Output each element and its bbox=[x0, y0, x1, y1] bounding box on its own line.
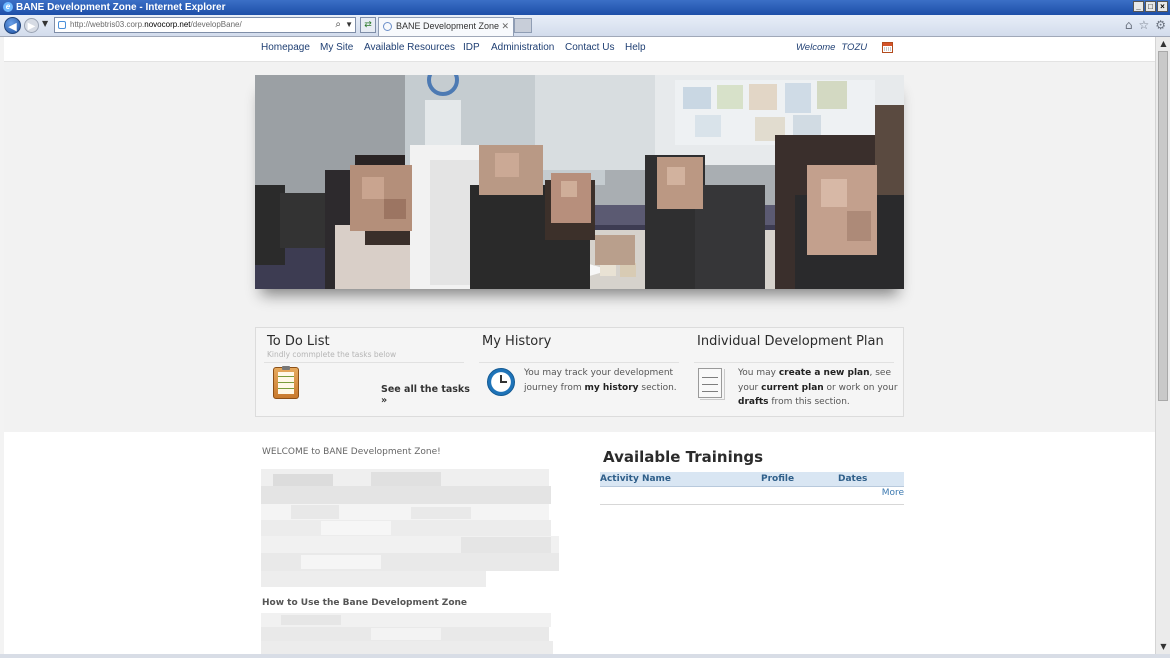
address-bar[interactable]: http://webtris03.corp.novocorp.net/devel… bbox=[54, 17, 356, 33]
column-activity-name: Activity Name bbox=[600, 474, 672, 484]
window-titlebar: e BANE Development Zone - Internet Explo… bbox=[0, 0, 1170, 15]
refresh-button[interactable]: ⇄ bbox=[360, 17, 376, 33]
settings-gear-icon[interactable]: ⚙ bbox=[1155, 18, 1166, 32]
welcome-heading: WELCOME to BANE Development Zone! bbox=[262, 447, 441, 457]
status-strip bbox=[0, 654, 1170, 658]
more-trainings-link[interactable]: More bbox=[882, 488, 904, 498]
favorites-star-icon[interactable]: ☆ bbox=[1138, 18, 1149, 32]
hero-banner-image bbox=[255, 75, 904, 289]
idp-divider bbox=[694, 362, 894, 363]
my-history-link[interactable]: my history bbox=[585, 383, 639, 393]
idp-text-4: from this section. bbox=[768, 397, 850, 407]
home-icon[interactable]: ⌂ bbox=[1125, 18, 1133, 32]
idp-text-3: or work on your bbox=[823, 382, 898, 393]
blurred-welcome-text bbox=[261, 469, 559, 589]
forward-button[interactable]: ▶ bbox=[24, 18, 39, 33]
scroll-thumb[interactable] bbox=[1158, 51, 1168, 401]
page-icon bbox=[58, 21, 66, 29]
scroll-up-arrow-icon[interactable]: ▲ bbox=[1158, 39, 1169, 49]
tab-favicon-icon bbox=[383, 22, 392, 31]
todo-title[interactable]: To Do List bbox=[267, 334, 330, 349]
nav-administration[interactable]: Administration bbox=[491, 42, 554, 53]
idp-description: You may create a new plan, see your curr… bbox=[738, 366, 898, 410]
current-plan-link[interactable]: current plan bbox=[761, 383, 824, 393]
todo-subtitle: Kindly commplete the tasks below bbox=[267, 350, 397, 359]
window-controls: _ □ × bbox=[1133, 1, 1168, 12]
history-text-2: section. bbox=[638, 382, 677, 393]
address-dropdown-icon[interactable]: ▼ bbox=[345, 18, 353, 32]
trainings-table-header: Activity Name Profile Dates bbox=[600, 472, 904, 487]
browser-tools: ⌂ ☆ ⚙ bbox=[1125, 18, 1166, 32]
window-title: BANE Development Zone - Internet Explore… bbox=[16, 2, 226, 13]
todo-section: To Do List Kindly commplete the tasks be… bbox=[256, 328, 471, 416]
history-title[interactable]: My History bbox=[482, 334, 551, 349]
history-description: You may track your development journey f… bbox=[524, 366, 684, 395]
back-button[interactable]: ◀ bbox=[4, 17, 21, 34]
see-all-tasks-link[interactable]: See all the tasks » bbox=[381, 384, 471, 406]
history-divider bbox=[479, 362, 679, 363]
nav-available-resources[interactable]: Available Resources bbox=[364, 42, 455, 53]
tab-close-icon[interactable]: ✕ bbox=[501, 18, 509, 35]
nav-homepage[interactable]: Homepage bbox=[261, 42, 310, 53]
trainings-table: Activity Name Profile Dates More bbox=[600, 472, 904, 505]
available-trainings-title: Available Trainings bbox=[603, 448, 764, 466]
history-section: My History You may track your developmen… bbox=[471, 328, 686, 416]
upper-band: To Do List Kindly commplete the tasks be… bbox=[4, 62, 1155, 432]
blurred-howto-text bbox=[261, 613, 553, 654]
close-window-button[interactable]: × bbox=[1157, 1, 1168, 12]
nav-idp[interactable]: IDP bbox=[463, 42, 480, 53]
ie-logo-icon: e bbox=[3, 2, 13, 12]
history-dropdown-icon[interactable]: ▼ bbox=[42, 19, 48, 28]
scroll-down-arrow-icon[interactable]: ▼ bbox=[1158, 642, 1169, 652]
welcome-greeting: Welcome TOZU bbox=[796, 42, 867, 53]
user-name[interactable]: TOZU bbox=[841, 42, 867, 53]
todo-divider bbox=[264, 362, 464, 363]
nav-contact-us[interactable]: Contact Us bbox=[565, 42, 614, 53]
idp-title[interactable]: Individual Development Plan bbox=[697, 334, 884, 349]
nav-my-site[interactable]: My Site bbox=[320, 42, 353, 53]
document-icon bbox=[698, 368, 725, 400]
clock-icon bbox=[487, 368, 515, 396]
column-dates: Dates bbox=[838, 474, 868, 484]
trainings-divider bbox=[600, 504, 904, 505]
address-prefix: http://webtris03.corp. bbox=[70, 20, 145, 29]
create-new-plan-link[interactable]: create a new plan bbox=[779, 368, 870, 378]
idp-text-1: You may bbox=[738, 368, 779, 378]
nav-help[interactable]: Help bbox=[625, 42, 646, 53]
welcome-label: Welcome bbox=[796, 42, 836, 53]
drafts-link[interactable]: drafts bbox=[738, 397, 769, 407]
site-navigation: Homepage My Site Available Resources IDP… bbox=[4, 37, 1155, 62]
vertical-scrollbar[interactable]: ▲ ▼ bbox=[1155, 37, 1170, 654]
tab-title: BANE Development Zone bbox=[396, 21, 500, 31]
page-viewport: Homepage My Site Available Resources IDP… bbox=[4, 37, 1155, 654]
browser-tab[interactable]: BANE Development Zone ✕ bbox=[378, 17, 514, 36]
address-path: /developBane/ bbox=[190, 20, 242, 29]
browser-toolbar: ◀ ▶ ▼ http://webtris03.corp.novocorp.net… bbox=[0, 15, 1170, 37]
calendar-icon[interactable] bbox=[882, 42, 893, 53]
address-host: novocorp.net bbox=[144, 20, 191, 29]
idp-section: Individual Development Plan You may crea… bbox=[686, 328, 905, 416]
new-tab-button[interactable] bbox=[514, 18, 532, 33]
info-panel: To Do List Kindly commplete the tasks be… bbox=[255, 327, 904, 417]
clipboard-checklist-icon bbox=[273, 366, 299, 399]
search-icon[interactable]: ⌕ bbox=[335, 18, 341, 32]
column-profile: Profile bbox=[761, 474, 795, 484]
maximize-button[interactable]: □ bbox=[1145, 1, 1156, 12]
howto-heading: How to Use the Bane Development Zone bbox=[262, 598, 468, 608]
minimize-button[interactable]: _ bbox=[1133, 1, 1144, 12]
